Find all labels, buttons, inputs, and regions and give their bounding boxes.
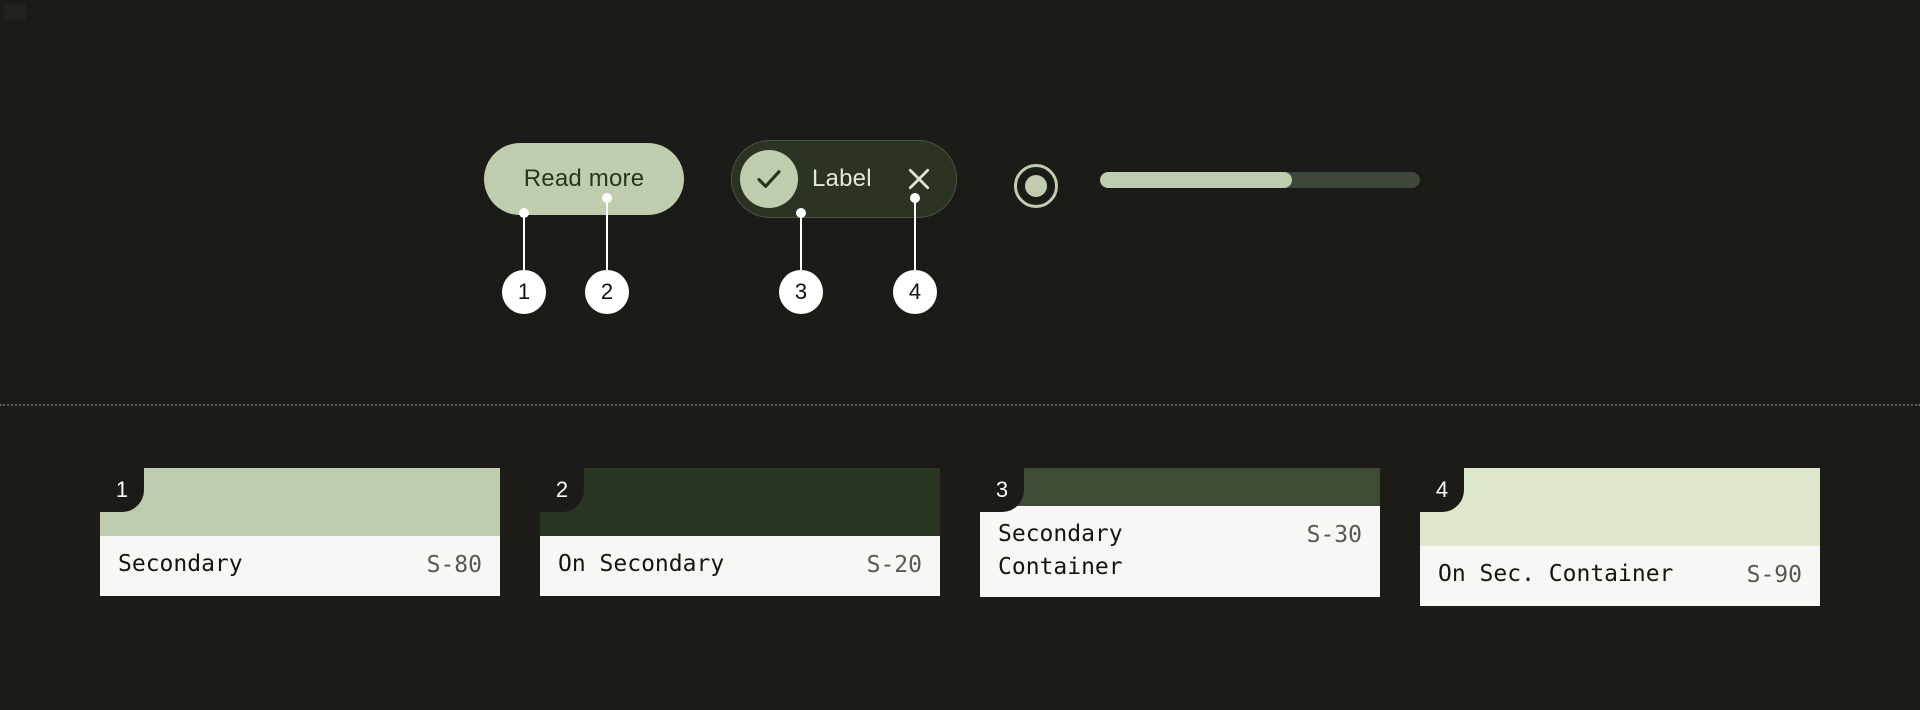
swatch-card-name: Secondary Container (998, 521, 1123, 580)
swatch-color-block (980, 468, 1380, 506)
swatch-card-body: Secondary Container S-30 (980, 506, 1380, 598)
swatch-card-body: Secondary S-80 (100, 536, 500, 596)
swatch-card-badge: 2 (540, 468, 584, 512)
check-icon (740, 150, 798, 208)
swatch-color-block (1420, 468, 1820, 546)
callout-2-badge: 2 (585, 270, 629, 314)
color-swatch-cards: Secondary S-80 1 On Secondary S-20 2 Sec… (0, 468, 1920, 668)
swatch-card-name: On Sec. Container (1438, 561, 1674, 587)
swatch-card-badge: 3 (980, 468, 1024, 512)
filter-chip-label: Label (812, 165, 872, 192)
callout-3-leader-line (800, 213, 802, 270)
swatch-card-token: S-20 (866, 552, 922, 578)
swatch-card-token: S-90 (1746, 562, 1802, 588)
callout-4-leader-line (914, 198, 916, 270)
swatch-card[interactable]: On Sec. Container S-90 4 (1420, 468, 1820, 606)
swatch-card[interactable]: Secondary Container S-30 3 (980, 468, 1380, 598)
swatch-card-name: On Secondary (558, 551, 725, 577)
callout-2-leader-line (606, 198, 608, 270)
swatch-card-token: S-80 (426, 552, 482, 578)
swatch-card[interactable]: On Secondary S-20 2 (540, 468, 940, 596)
read-more-button[interactable]: Read more (484, 143, 684, 215)
read-more-button-label: Read more (523, 165, 645, 192)
swatch-card[interactable]: Secondary S-80 1 (100, 468, 500, 596)
section-divider (0, 404, 1920, 406)
swatch-card-badge: 1 (100, 468, 144, 512)
swatch-color-block (540, 468, 940, 536)
swatch-card-badge: 4 (1420, 468, 1464, 512)
slider-fill (1100, 172, 1292, 188)
design-token-sheet: Read more Label 1 2 3 4 Secondary S-80 1… (0, 0, 1920, 710)
swatch-card-body: On Sec. Container S-90 (1420, 546, 1820, 606)
slider-track[interactable] (1100, 172, 1420, 188)
components-showcase: Read more Label 1 2 3 4 (0, 0, 1920, 400)
swatch-color-block (100, 468, 500, 536)
swatch-card-body: On Secondary S-20 (540, 536, 940, 596)
callout-3-badge: 3 (779, 270, 823, 314)
swatch-card-name: Secondary (118, 551, 243, 577)
callout-4-badge: 4 (893, 270, 937, 314)
radio-selected-icon[interactable] (1014, 164, 1058, 208)
radio-inner-dot (1025, 175, 1047, 197)
close-icon[interactable] (904, 164, 934, 194)
callout-1-badge: 1 (502, 270, 546, 314)
callout-1-leader-line (523, 213, 525, 270)
swatch-card-token: S-30 (1306, 522, 1362, 548)
filter-chip[interactable]: Label (731, 140, 957, 218)
